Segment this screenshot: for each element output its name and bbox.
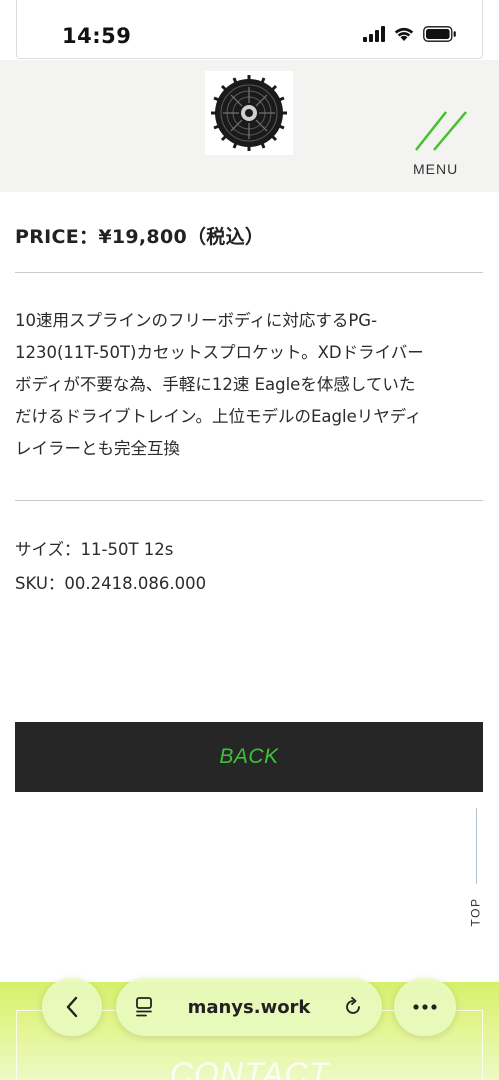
description-line: だけるドライブトレイン。上位モデルのEagleリヤディ (15, 407, 422, 426)
cassette-sprocket-icon (211, 75, 287, 151)
status-icons (363, 26, 457, 42)
description-line: 10速用スプラインのフリーボディに対応するPG- (15, 311, 378, 330)
back-button-label: BACK (219, 745, 279, 768)
browser-address-bar[interactable]: manys.work (116, 978, 382, 1036)
top-label: TOP (468, 897, 483, 927)
wifi-icon (394, 27, 414, 41)
reader-tabs-icon[interactable] (134, 996, 156, 1018)
chevron-left-icon (66, 996, 78, 1018)
browser-url: manys.work (187, 996, 311, 1018)
top-line (476, 808, 477, 884)
description-line: ボディが不要な為、手軽に12速 Eagleを体感していた (15, 375, 416, 394)
description-line: 1230(11T-50T)カセットスプロケット。XDドライバー (15, 343, 424, 362)
scroll-to-top-link[interactable]: TOP (455, 805, 495, 930)
product-price: PRICE：¥19,800（税込） (15, 226, 265, 248)
battery-icon (423, 26, 456, 42)
status-bar: 14:59 (0, 0, 499, 60)
back-button[interactable]: BACK (15, 722, 483, 792)
divider-top (15, 272, 483, 273)
menu-button[interactable]: MENU (408, 108, 468, 180)
reload-icon[interactable] (342, 996, 364, 1018)
signal-icon (363, 26, 385, 42)
more-dots-icon (413, 1004, 437, 1010)
browser-more-button[interactable] (394, 978, 456, 1036)
status-time: 14:59 (62, 24, 132, 48)
menu-slash-icon (415, 111, 467, 151)
product-description: 10速用スプラインのフリーボディに対応するPG- 1230(11T-50T)カセ… (15, 305, 485, 465)
site-header: MENU (0, 60, 499, 192)
divider-middle (15, 500, 483, 501)
contact-link[interactable]: CONTACT (0, 1056, 499, 1080)
browser-back-button[interactable] (42, 978, 102, 1036)
product-logo[interactable] (205, 71, 293, 155)
menu-label: MENU (413, 161, 459, 177)
product-size: サイズ：11-50T 12s (15, 540, 174, 559)
product-sku: SKU：00.2418.086.000 (15, 574, 207, 593)
description-line: レイラーとも完全互換 (15, 439, 180, 458)
